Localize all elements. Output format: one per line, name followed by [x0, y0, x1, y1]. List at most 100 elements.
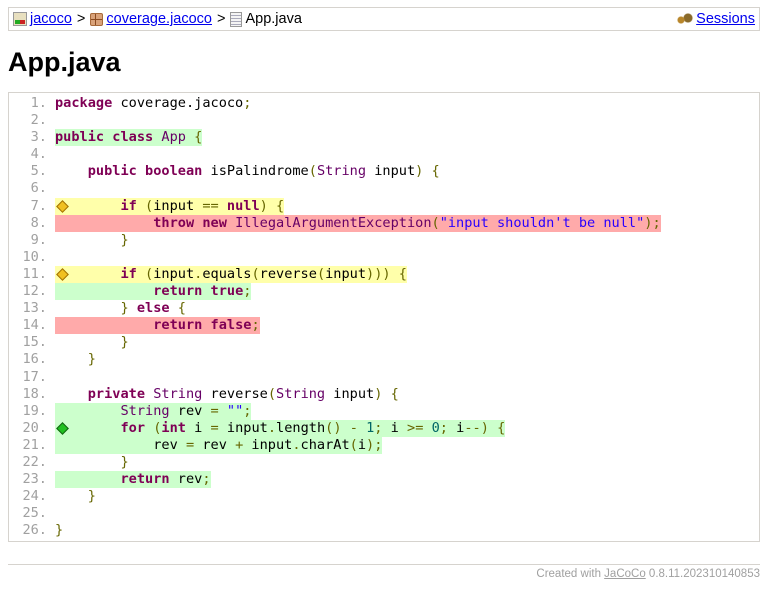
token-pln: isPalindrome [202, 163, 308, 179]
token-pun: ; [251, 317, 259, 333]
token-pln [219, 198, 227, 214]
line-number: 21. [9, 437, 55, 454]
breadcrumb-link-package[interactable]: coverage.jacoco [106, 10, 212, 28]
source-line: 12. return true; [9, 283, 759, 300]
token-pun: ( [309, 163, 317, 179]
source-line: 18. private String reverse(String input)… [9, 386, 759, 403]
source-line: 23. return rev; [9, 471, 759, 488]
token-pln [55, 403, 120, 419]
code: } [55, 334, 129, 351]
token-kwd: return [153, 283, 202, 299]
token-pun: ; [243, 95, 251, 111]
token-typ: String [120, 403, 169, 419]
line-number: 17. [9, 369, 55, 386]
covered-code: public class App { [55, 129, 202, 146]
breadcrumb: jacoco > coverage.jacoco > App.java Sess… [8, 7, 760, 31]
line-number: 13. [9, 300, 55, 317]
token-pln: input [325, 386, 374, 402]
token-pun: ); [644, 215, 660, 231]
token-pln: charAt [301, 437, 350, 453]
token-pln [55, 232, 120, 248]
token-pln [170, 300, 178, 316]
token-pln [423, 163, 431, 179]
token-pun: . [268, 420, 276, 436]
footer-version: 0.8.11.202310140853 [646, 568, 760, 580]
covered-code: String rev = ""; [55, 403, 251, 420]
token-pun: - [350, 420, 358, 436]
token-kwd: false [211, 317, 252, 333]
token-pln: input [219, 420, 268, 436]
source-line: 11. if (input.equals(reverse(input))) { [9, 266, 759, 283]
sessions-icon [677, 13, 693, 25]
covered-code[interactable]: for (int i = input.length() - 1; i >= 0;… [55, 420, 505, 437]
token-pln [423, 420, 431, 436]
line-number: 6. [9, 180, 55, 197]
token-pln [55, 317, 153, 333]
token-kwd: package [55, 95, 112, 111]
token-pun: { [432, 163, 440, 179]
token-pun: ; [243, 403, 251, 419]
source-line: 14. return false; [9, 317, 759, 334]
token-pun: ))) [366, 266, 391, 282]
token-pun: ; [202, 471, 210, 487]
line-number: 12. [9, 283, 55, 300]
token-pun: { [391, 386, 399, 402]
line-number: 3. [9, 129, 55, 146]
token-pln: input [243, 437, 292, 453]
breadcrumb-separator: > [217, 10, 225, 28]
token-kwd: for [120, 420, 145, 436]
token-typ: App [161, 129, 186, 145]
report-icon [13, 12, 27, 26]
token-pun: ( [145, 198, 153, 214]
source-line: 24. } [9, 488, 759, 505]
partly-covered-code[interactable]: if (input.equals(reverse(input))) { [55, 266, 407, 283]
source-line: 6. [9, 180, 759, 197]
token-typ: String [153, 386, 202, 402]
token-kwd: null [227, 198, 260, 214]
token-pln: i [186, 420, 211, 436]
token-pln [219, 403, 227, 419]
token-pln: rev [55, 437, 186, 453]
line-number: 15. [9, 334, 55, 351]
token-kwd: public [88, 163, 137, 179]
line-number: 19. [9, 403, 55, 420]
token-pln: input [325, 266, 366, 282]
token-pln [55, 471, 120, 487]
line-number: 1. [9, 95, 55, 112]
token-pun: == [202, 198, 218, 214]
breadcrumb-current: App.java [245, 10, 301, 28]
line-number: 9. [9, 232, 55, 249]
token-pln [55, 351, 88, 367]
source-line: 15. } [9, 334, 759, 351]
token-pun: } [88, 351, 96, 367]
jacoco-link[interactable]: JaCoCo [604, 568, 646, 580]
code: public boolean isPalindrome(String input… [55, 163, 440, 180]
partly-covered-code[interactable]: if (input == null) { [55, 198, 284, 215]
token-pln [358, 420, 366, 436]
token-kwd: return [153, 317, 202, 333]
breadcrumb-link-jacoco[interactable]: jacoco [30, 10, 72, 28]
token-kwd: public [55, 129, 104, 145]
source-line: 4. [9, 146, 759, 163]
token-pun: ; [440, 420, 448, 436]
token-pun: --) [464, 420, 489, 436]
source-file-icon [230, 12, 242, 27]
sessions-link[interactable]: Sessions [696, 10, 755, 28]
token-pln [55, 300, 120, 316]
line-number: 20. [9, 420, 55, 437]
token-pun: { [276, 198, 284, 214]
token-str: "input shouldn't be null" [440, 215, 645, 231]
token-pln: equals [202, 266, 251, 282]
token-pun: () [325, 420, 341, 436]
line-number: 16. [9, 351, 55, 368]
source-line: 17. [9, 369, 759, 386]
code: } [55, 488, 96, 505]
token-pln [202, 283, 210, 299]
covered-code: rev = rev + input.charAt(i); [55, 437, 382, 454]
token-typ: IllegalArgumentException [235, 215, 431, 231]
uncovered-code: return false; [55, 317, 260, 334]
token-pln [145, 386, 153, 402]
source-line: 3.public class App { [9, 129, 759, 146]
token-kwd: else [137, 300, 170, 316]
token-typ: String [317, 163, 366, 179]
